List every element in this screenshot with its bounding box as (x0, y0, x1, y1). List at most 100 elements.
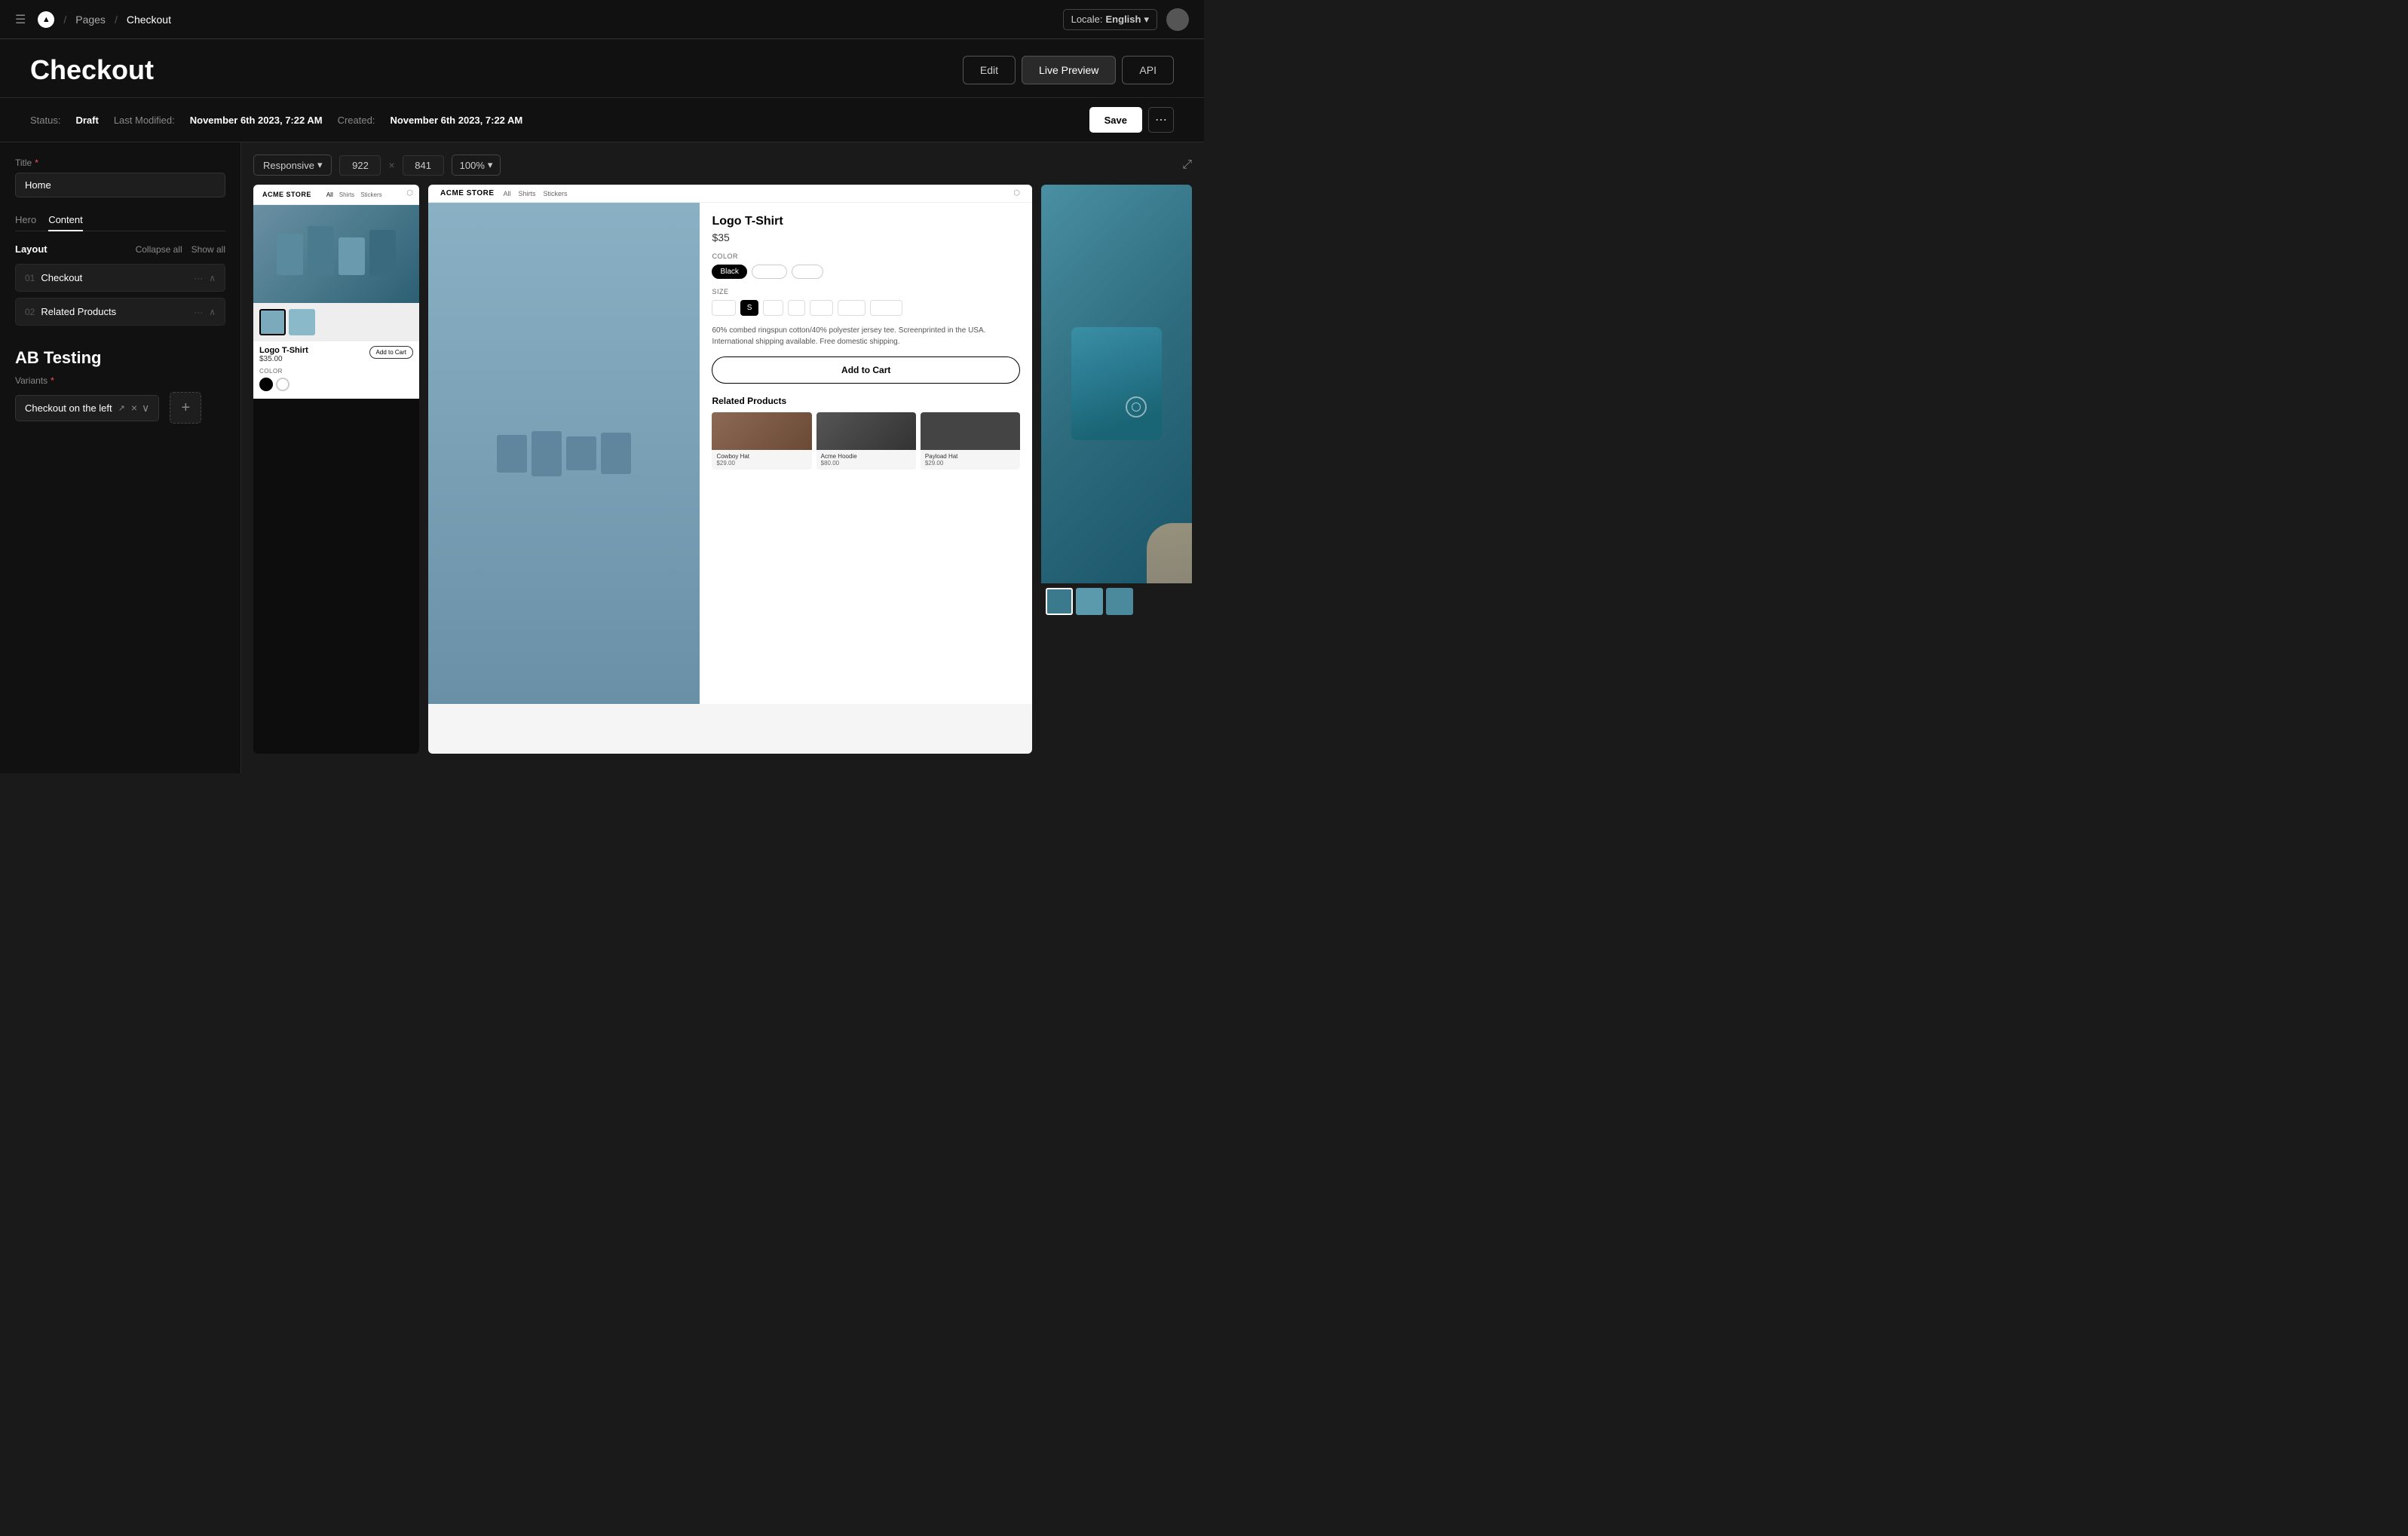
right-thumb-1[interactable] (1046, 588, 1073, 615)
size-xxl[interactable]: XXL (838, 300, 865, 316)
variant-tag-checkout: Checkout on the left ↗ × ∨ (15, 395, 159, 421)
color-option-white[interactable]: White (752, 265, 788, 279)
outer-nav-all[interactable]: All (326, 191, 333, 198)
status-value: Draft (75, 115, 98, 126)
variant-actions: × ∨ (131, 402, 149, 415)
top-navigation: ☰ ▲ / Pages / Checkout Locale: English ▾ (0, 0, 1204, 39)
thumbnail-1[interactable] (259, 309, 286, 335)
show-all-button[interactable]: Show all (191, 244, 225, 255)
related-item-img-hoodie (816, 412, 916, 450)
variant-row: Checkout on the left ↗ × ∨ + (15, 386, 225, 424)
created-value: November 6th 2023, 7:22 AM (390, 115, 522, 126)
size-m[interactable]: M (763, 300, 783, 316)
main-add-to-cart-button[interactable]: Add to Cart (712, 356, 1020, 384)
right-product-preview (1041, 185, 1192, 754)
chevron-up-icon[interactable]: ∧ (209, 273, 216, 283)
required-indicator: * (35, 158, 38, 168)
related-item-name-hat: Cowboy Hat (716, 453, 807, 460)
related-products-section: Related Products Cowboy Hat $29.00 (712, 396, 1020, 470)
outer-expand-icon[interactable]: ⬡ (406, 189, 413, 197)
layout-item-name-related: Related Products (41, 306, 194, 317)
add-variant-button[interactable]: + (170, 392, 201, 424)
right-thumb-3[interactable] (1106, 588, 1133, 615)
size-xxxl[interactable]: XXXL (870, 300, 903, 316)
outer-product-header: Logo T-Shirt $35.00 Add to Cart (259, 346, 413, 363)
size-s[interactable]: S (740, 300, 759, 316)
chevron-down-icon-responsive: ▾ (317, 159, 323, 171)
size-options: XS S M L XL XXL XXXL (712, 300, 1020, 316)
page-title: Checkout (30, 54, 154, 86)
outer-nav-shirts[interactable]: Shirts (339, 191, 354, 198)
variants-label: Variants * (15, 375, 225, 386)
right-thumb-2[interactable] (1076, 588, 1103, 615)
right-thumbnails (1041, 583, 1192, 620)
size-section-label: SIZE (712, 288, 1020, 295)
menu-icon[interactable]: ☰ (15, 12, 26, 27)
related-products-title: Related Products (712, 396, 1020, 406)
hanger-2 (532, 431, 562, 476)
height-input[interactable] (403, 155, 444, 176)
more-icon-2[interactable]: ··· (194, 307, 203, 317)
nav-right-section: Locale: English ▾ (1063, 8, 1189, 31)
outer-product-image (253, 205, 419, 303)
swatch-black[interactable] (259, 378, 273, 391)
outer-color-label: COLOR (259, 368, 413, 375)
color-option-black[interactable]: Black (712, 265, 746, 279)
responsive-selector[interactable]: Responsive ▾ (253, 155, 332, 176)
color-option-blue[interactable]: Blue (792, 265, 823, 279)
more-icon[interactable]: ··· (194, 273, 203, 283)
width-input[interactable] (339, 155, 381, 176)
save-button[interactable]: Save (1089, 107, 1142, 133)
tab-content[interactable]: Content (48, 210, 83, 231)
size-xl[interactable]: XL (810, 300, 832, 316)
ab-testing-title: AB Testing (15, 348, 225, 368)
outer-product-info: Logo T-Shirt $35.00 Add to Cart COLOR (253, 341, 419, 399)
main-nav-stickers[interactable]: Stickers (544, 190, 568, 197)
main-nav-shirts[interactable]: Shirts (519, 190, 536, 197)
main-product-title: Logo T-Shirt (712, 215, 1020, 228)
preview-area: Responsive ▾ × 100% ▾ ⤢ ACME STORE All S… (241, 142, 1204, 773)
variants-required: * (51, 375, 54, 386)
ab-testing-section: AB Testing Variants * Checkout on the le… (15, 348, 225, 424)
layout-item-related[interactable]: 02 Related Products ··· ∧ (15, 298, 225, 326)
breadcrumb-pages[interactable]: Pages (75, 14, 106, 26)
tab-hero[interactable]: Hero (15, 210, 36, 231)
layout-actions: Collapse all Show all (136, 244, 225, 255)
thumbnail-2[interactable] (289, 309, 315, 335)
hangers-visual (428, 203, 700, 704)
logo-icon[interactable]: ▲ (38, 11, 54, 28)
collapse-all-button[interactable]: Collapse all (136, 244, 182, 255)
locale-selector[interactable]: Locale: English ▾ (1063, 9, 1157, 30)
expand-preview-button[interactable]: ⤢ (1182, 158, 1192, 172)
variant-collapse-button[interactable]: ∨ (142, 402, 149, 415)
related-item-name-hoodie: Acme Hoodie (821, 453, 911, 460)
live-preview-button[interactable]: Live Preview (1022, 56, 1116, 84)
chevron-down-icon: ▾ (1144, 14, 1149, 26)
main-expand-icon[interactable]: ⬡ (1013, 189, 1020, 197)
title-input[interactable] (15, 173, 225, 197)
chevron-up-icon-2[interactable]: ∧ (209, 307, 216, 317)
user-avatar[interactable] (1166, 8, 1189, 31)
external-link-icon[interactable]: ↗ (118, 403, 125, 413)
variant-close-button[interactable]: × (131, 402, 137, 415)
size-l[interactable]: L (788, 300, 806, 316)
content-tabs: Hero Content (15, 210, 225, 231)
status-right-actions: Save ⋯ (1089, 107, 1174, 133)
outer-add-to-cart-button[interactable]: Add to Cart (369, 346, 413, 359)
chevron-down-icon-zoom: ▾ (488, 159, 493, 171)
edit-button[interactable]: Edit (963, 56, 1016, 84)
api-button[interactable]: API (1122, 56, 1174, 84)
size-xs[interactable]: XS (712, 300, 735, 316)
zoom-selector[interactable]: 100% ▾ (452, 155, 501, 176)
layout-item-checkout[interactable]: 01 Checkout ··· ∧ (15, 264, 225, 292)
layout-item-num-2: 02 (25, 307, 35, 317)
product-main-layout: Logo T-Shirt $35 COLOR Black White Blue … (428, 203, 1032, 704)
title-field-label: Title * (15, 158, 225, 168)
related-item-info-cap: Payload Hat $29.00 (921, 450, 1020, 470)
shirt-closeup-view (1041, 185, 1192, 583)
outer-nav-stickers[interactable]: Stickers (360, 191, 381, 198)
swatch-white[interactable] (276, 378, 290, 391)
main-nav-all[interactable]: All (504, 190, 511, 197)
more-options-button[interactable]: ⋯ (1148, 107, 1174, 133)
related-item-img-cap (921, 412, 1020, 450)
